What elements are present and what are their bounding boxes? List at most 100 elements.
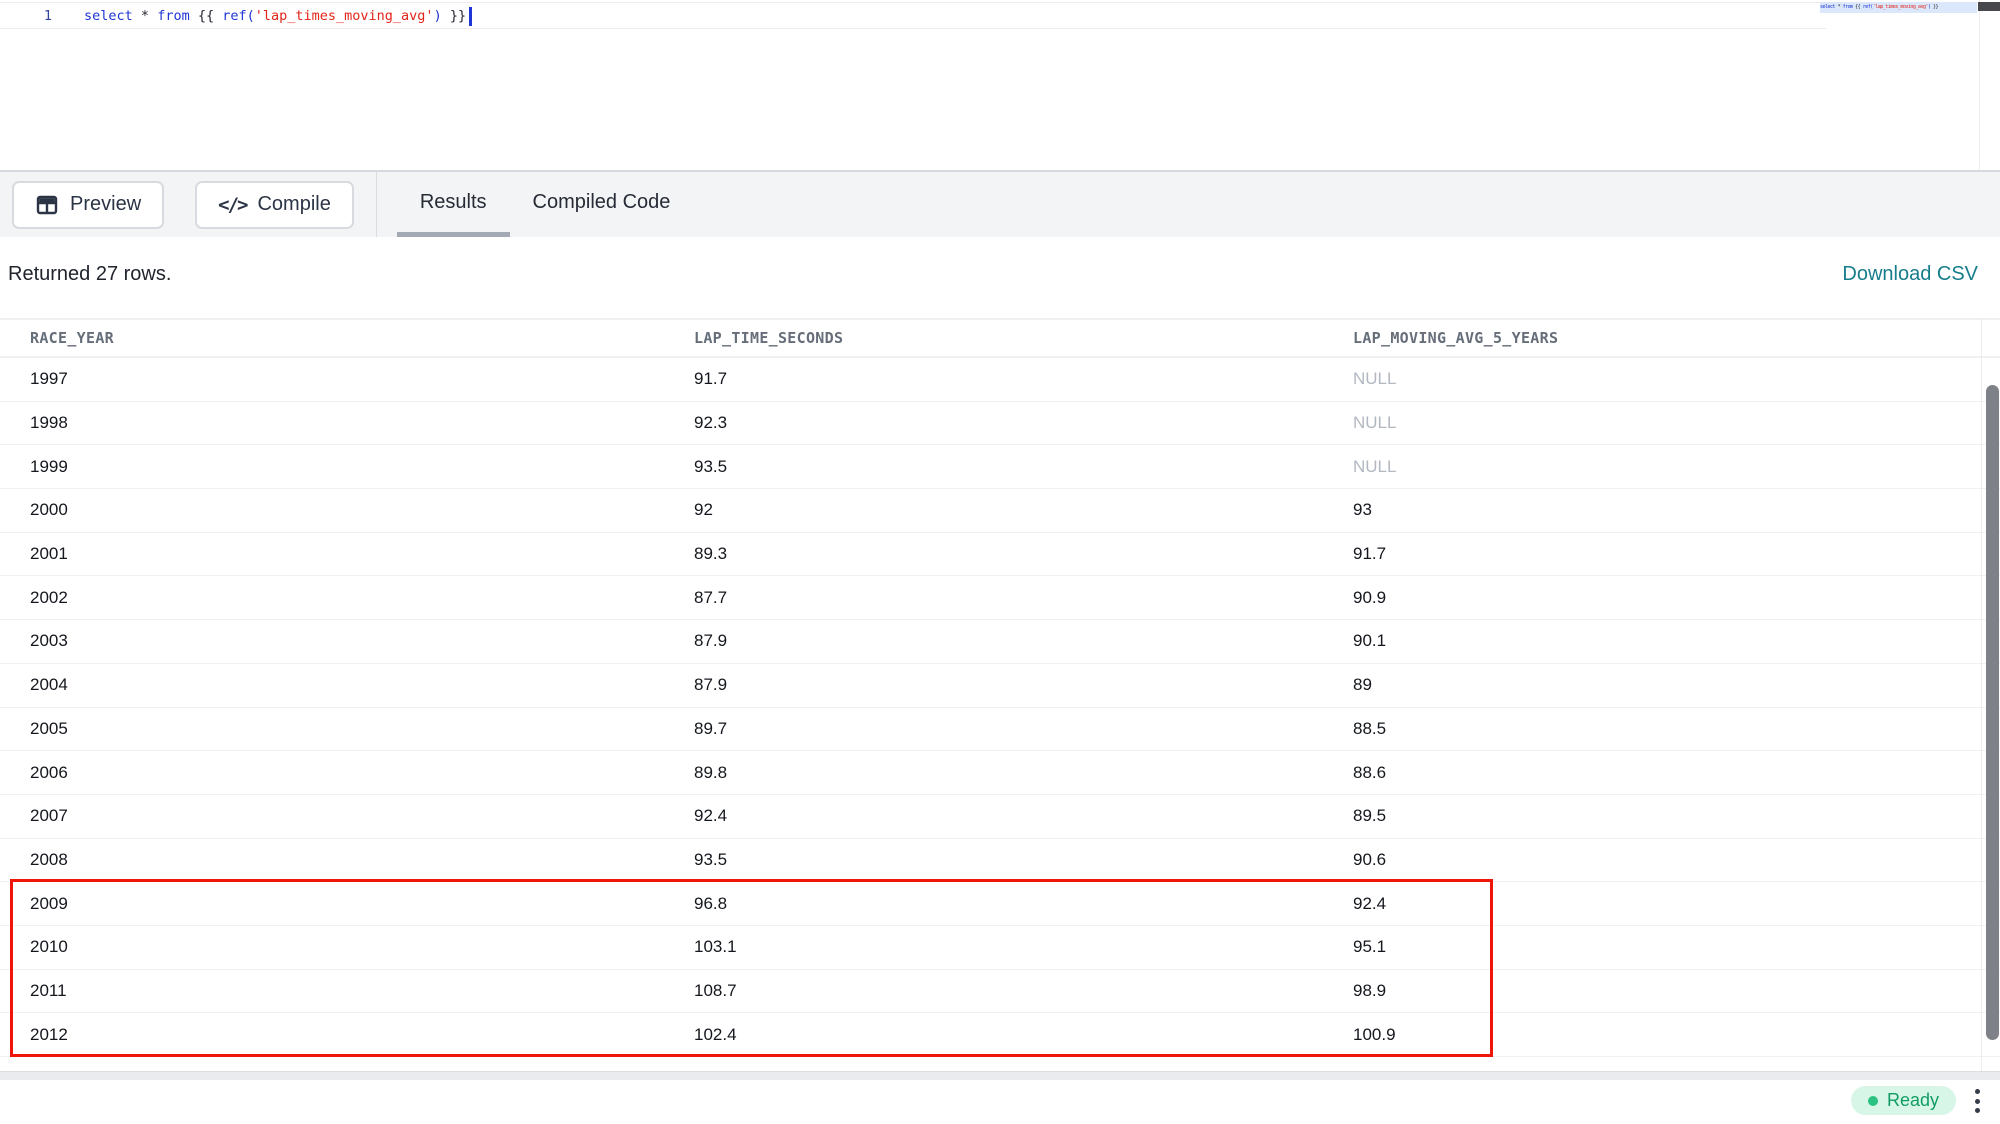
- preview-button[interactable]: Preview: [12, 181, 164, 229]
- status-bar: Ready: [0, 1080, 2000, 1124]
- ready-status-label: Ready: [1887, 1090, 1939, 1111]
- cell-lap-moving-avg: 89.5: [1353, 806, 2000, 826]
- cell-race-year: 1998: [0, 413, 694, 433]
- cell-lap-time-seconds: 89.8: [694, 763, 1353, 783]
- table-bottom-strip: [0, 1071, 2000, 1080]
- cell-lap-moving-avg: 92.4: [1353, 894, 2000, 914]
- table-grid-icon: [35, 193, 59, 217]
- cell-lap-time-seconds: 92: [694, 500, 1353, 520]
- cell-race-year: 2012: [0, 1025, 694, 1045]
- cell-lap-moving-avg: NULL: [1353, 457, 2000, 477]
- results-meta-row: Returned 27 rows. Download CSV: [0, 237, 2000, 318]
- table-row: 2006 89.8 88.6: [0, 751, 2000, 795]
- column-header-lap-moving-avg: LAP_MOVING_AVG_5_YEARS: [1353, 329, 2000, 347]
- green-dot-icon: [1868, 1096, 1878, 1106]
- table-row: 1999 93.5 NULL: [0, 445, 2000, 489]
- table-scrollbar-thumb[interactable]: [1986, 385, 1999, 1040]
- ready-status-badge[interactable]: Ready: [1851, 1086, 1956, 1115]
- cell-lap-moving-avg: 88.6: [1353, 763, 2000, 783]
- table-row: 2009 96.8 92.4: [0, 882, 2000, 926]
- table-scrollbar-track-border: [1981, 318, 1982, 1071]
- cell-lap-moving-avg: 90.1: [1353, 631, 2000, 651]
- cell-lap-time-seconds: 87.9: [694, 631, 1353, 651]
- cell-race-year: 1999: [0, 457, 694, 477]
- table-row: 2002 87.7 90.9: [0, 576, 2000, 620]
- table-header-row: RACE_YEAR LAP_TIME_SECONDS LAP_MOVING_AV…: [0, 318, 2000, 358]
- cell-lap-moving-avg: 89: [1353, 675, 2000, 695]
- cell-lap-time-seconds: 96.8: [694, 894, 1353, 914]
- cell-lap-moving-avg: 98.9: [1353, 981, 2000, 1001]
- text-cursor: [469, 7, 472, 26]
- cell-lap-time-seconds: 103.1: [694, 937, 1353, 957]
- kebab-dot: [1975, 1108, 1980, 1113]
- cell-lap-moving-avg: 100.9: [1353, 1025, 2000, 1045]
- cell-lap-moving-avg: 90.9: [1353, 588, 2000, 608]
- cell-race-year: 2005: [0, 719, 694, 739]
- table-row: 2000 92 93: [0, 489, 2000, 533]
- cell-lap-moving-avg: NULL: [1353, 369, 2000, 389]
- table-row: 1997 91.7 NULL: [0, 358, 2000, 402]
- cell-lap-moving-avg: NULL: [1353, 413, 2000, 433]
- tab-compiled-code[interactable]: Compiled Code: [510, 172, 694, 237]
- cell-lap-time-seconds: 89.3: [694, 544, 1353, 564]
- download-csv-link[interactable]: Download CSV: [1842, 263, 1978, 286]
- code-line[interactable]: select * from {{ ref('lap_times_moving_a…: [84, 3, 472, 29]
- table-rows: 1997 91.7 NULL 1998 92.3 NULL 1999 93.5 …: [0, 358, 2000, 1057]
- cell-lap-time-seconds: 87.9: [694, 675, 1353, 695]
- compile-button[interactable]: </> Compile: [195, 181, 354, 229]
- cell-race-year: 2004: [0, 675, 694, 695]
- cell-race-year: 2006: [0, 763, 694, 783]
- cell-lap-moving-avg: 93: [1353, 500, 2000, 520]
- tab-results[interactable]: Results: [397, 172, 510, 237]
- kebab-menu-button[interactable]: [1964, 1087, 1990, 1115]
- cell-lap-moving-avg: 91.7: [1353, 544, 2000, 564]
- table-row: 2001 89.3 91.7: [0, 533, 2000, 577]
- minimap-code-line: select * from {{ ref('lap_times_moving_a…: [1820, 2, 1977, 13]
- sql-editor[interactable]: 1 select * from {{ ref('lap_times_moving…: [0, 0, 2000, 170]
- cell-lap-moving-avg: 95.1: [1353, 937, 2000, 957]
- cell-race-year: 1997: [0, 369, 694, 389]
- cell-race-year: 2009: [0, 894, 694, 914]
- dbt-ide-screen: 1 select * from {{ ref('lap_times_moving…: [0, 0, 2000, 1124]
- table-row: 2007 92.4 89.5: [0, 795, 2000, 839]
- cell-race-year: 2001: [0, 544, 694, 564]
- cell-lap-time-seconds: 92.3: [694, 413, 1353, 433]
- table-row: 1998 92.3 NULL: [0, 402, 2000, 446]
- table-row: 2004 87.9 89: [0, 664, 2000, 708]
- cell-race-year: 2008: [0, 850, 694, 870]
- code-tokens: select * from {{ ref('lap_times_moving_a…: [84, 8, 466, 24]
- cell-race-year: 2003: [0, 631, 694, 651]
- editor-right-border: [1979, 0, 1980, 170]
- compile-button-label: Compile: [257, 193, 330, 216]
- results-table: RACE_YEAR LAP_TIME_SECONDS LAP_MOVING_AV…: [0, 318, 2000, 1057]
- cell-lap-time-seconds: 102.4: [694, 1025, 1353, 1045]
- line-number: 1: [0, 3, 52, 29]
- cell-lap-time-seconds: 89.7: [694, 719, 1353, 739]
- cell-lap-time-seconds: 92.4: [694, 806, 1353, 826]
- results-tabs: Results Compiled Code: [397, 172, 694, 237]
- cell-lap-time-seconds: 93.5: [694, 457, 1353, 477]
- cell-race-year: 2007: [0, 806, 694, 826]
- cell-lap-time-seconds: 108.7: [694, 981, 1353, 1001]
- table-row: 2012 102.4 100.9: [0, 1013, 2000, 1057]
- table-row: 2008 93.5 90.6: [0, 839, 2000, 883]
- cell-lap-moving-avg: 90.6: [1353, 850, 2000, 870]
- results-toolbar: Preview </> Compile Results Compiled Cod…: [0, 170, 2000, 237]
- table-row: 2005 89.7 88.5: [0, 708, 2000, 752]
- table-row: 2011 108.7 98.9: [0, 970, 2000, 1014]
- cell-race-year: 2000: [0, 500, 694, 520]
- code-icon: </>: [218, 194, 246, 216]
- column-header-lap-time-seconds: LAP_TIME_SECONDS: [694, 329, 1353, 347]
- cell-lap-time-seconds: 93.5: [694, 850, 1353, 870]
- table-row: 2010 103.1 95.1: [0, 926, 2000, 970]
- editor-minimap[interactable]: select * from {{ ref('lap_times_moving_a…: [1820, 2, 1977, 13]
- cell-race-year: 2011: [0, 981, 694, 1001]
- cell-lap-time-seconds: 87.7: [694, 588, 1353, 608]
- cell-lap-moving-avg: 88.5: [1353, 719, 2000, 739]
- editor-scrollbar-thumb[interactable]: [1978, 2, 2000, 11]
- toolbar-divider: [376, 172, 377, 237]
- kebab-dot: [1975, 1099, 1980, 1104]
- table-row: 2003 87.9 90.1: [0, 620, 2000, 664]
- row-count-text: Returned 27 rows.: [8, 263, 171, 286]
- cell-lap-time-seconds: 91.7: [694, 369, 1353, 389]
